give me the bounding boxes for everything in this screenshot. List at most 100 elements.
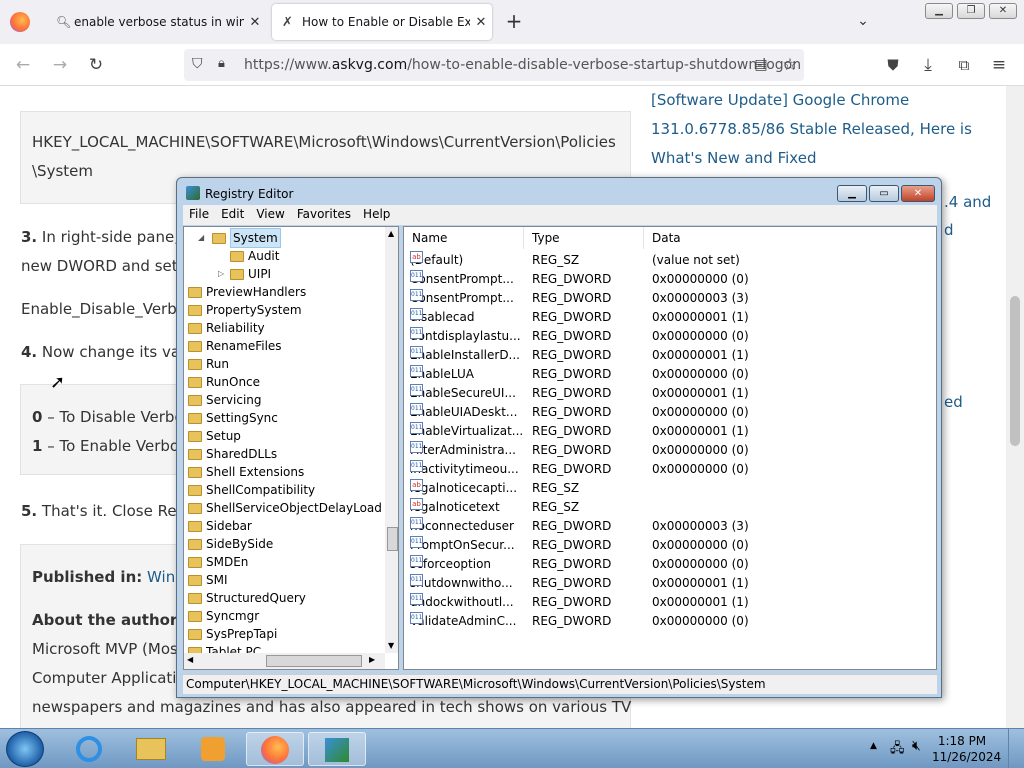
value-row[interactable]: 011 ConsentPrompt... REG_DWORD 0x00000003 (… [404, 289, 934, 308]
close-button[interactable]: ✕ [901, 185, 935, 202]
sidebar-link-fragment[interactable]: d [944, 216, 954, 245]
value-row[interactable]: 011 EnableSecureUI... REG_DWORD 0x00000001 … [404, 384, 934, 403]
reload-icon[interactable]: ↻ [85, 54, 107, 76]
url-bar[interactable]: ⛉ 🔒︎ https://www. askvg.com/how-to-enable… [184, 49, 804, 81]
sidebar-article-link-line-3[interactable]: What's New and Fixed [651, 144, 816, 173]
tree-item[interactable]: SMI [188, 571, 228, 589]
value-row[interactable]: 011 noconnecteduser REG_DWORD 0x00000003 (3… [404, 517, 934, 536]
menu-edit[interactable]: Edit [215, 205, 250, 223]
sidebar-link-fragment[interactable]: .4 and [944, 188, 991, 217]
value-row[interactable]: 011 ConsentPrompt... REG_DWORD 0x00000000 (… [404, 270, 934, 289]
start-button-icon[interactable] [6, 731, 44, 767]
reader-view-icon[interactable]: ▤ [750, 54, 772, 76]
scroll-right-arrow-icon[interactable]: ▶ [369, 655, 375, 664]
tree-item[interactable]: Reliability [188, 319, 265, 337]
pocket-icon[interactable]: ⛊ [882, 54, 904, 76]
lock-icon[interactable]: 🔒︎ [218, 56, 225, 71]
tab-askvg-article[interactable]: ✗ How to Enable or Disable Exter ✕ [272, 4, 492, 40]
scrollbar-thumb[interactable] [387, 527, 398, 551]
value-row[interactable]: ab legalnoticecapti... REG_SZ [404, 479, 934, 498]
column-header-name[interactable]: Name [404, 227, 524, 249]
maximize-button[interactable]: ▭ [869, 185, 899, 202]
sidebar-link-fragment[interactable]: ed [944, 388, 963, 417]
network-icon[interactable]: 🖧︎ [890, 739, 905, 761]
value-row[interactable]: ab legalnoticetext REG_SZ [404, 498, 934, 517]
page-scrollbar[interactable] [1006, 86, 1024, 728]
tree-item[interactable]: SMDEn [188, 553, 248, 571]
back-icon[interactable]: ← [12, 54, 34, 76]
scroll-down-arrow-icon[interactable]: ▼ [388, 641, 394, 650]
value-row[interactable]: 011 shutdownwitho... REG_DWORD 0x00000001 (… [404, 574, 934, 593]
show-desktop-button[interactable] [1008, 729, 1024, 768]
system-clock[interactable]: 1:18 PM 11/26/2024 [932, 733, 1001, 765]
tree-item[interactable]: RunOnce [188, 373, 260, 391]
volume-muted-icon[interactable]: 🔇︎ [912, 738, 921, 754]
value-row[interactable]: 011 undockwithoutl... REG_DWORD 0x00000001 … [404, 593, 934, 612]
taskbar-regedit-icon[interactable] [308, 732, 366, 766]
bookmark-star-icon[interactable]: ☆ [779, 54, 801, 76]
tree-item[interactable]: ◢ System [198, 228, 281, 248]
hamburger-menu-icon[interactable]: ≡ [988, 54, 1010, 76]
forward-icon[interactable]: → [49, 54, 71, 76]
value-row[interactable]: 011 ValidateAdminC... REG_DWORD 0x00000000 … [404, 612, 934, 631]
tree-item[interactable]: Sidebar [188, 517, 252, 535]
tree-item[interactable]: ▷ UIPI [218, 265, 271, 283]
tree-item[interactable]: SysPrepTapi [188, 625, 277, 643]
tab-search-results[interactable]: 🔍︎ enable verbose status in windo ✕ [46, 4, 266, 40]
tree-item[interactable]: PreviewHandlers [188, 283, 306, 301]
column-header-type[interactable]: Type [524, 227, 644, 249]
close-tab-icon[interactable]: ✕ [470, 15, 492, 30]
tree-item[interactable]: SharedDLLs [188, 445, 277, 463]
scroll-up-arrow-icon[interactable]: ▲ [388, 229, 394, 238]
taskbar-media-player-icon[interactable] [184, 732, 242, 766]
value-row[interactable]: 011 PromptOnSecur... REG_DWORD 0x00000000 (… [404, 536, 934, 555]
key-tree-pane[interactable]: ◢ System Audit ▷ UIPI PreviewHandlers Property… [183, 226, 399, 670]
tree-item[interactable]: PropertySystem [188, 301, 302, 319]
value-row[interactable]: 011 scforceoption REG_DWORD 0x00000000 (0) [404, 555, 934, 574]
tree-item[interactable]: ShellServiceObjectDelayLoad [188, 499, 382, 517]
tree-item[interactable]: Syncmgr [188, 607, 259, 625]
value-row[interactable]: 011 EnableInstallerD... REG_DWORD 0x0000000… [404, 346, 934, 365]
taskbar-firefox-icon[interactable] [246, 732, 304, 766]
minimize-button[interactable]: ▁ [925, 3, 953, 19]
value-row[interactable]: 011 EnableVirtualizat... REG_DWORD 0x000000… [404, 422, 934, 441]
scrollbar-thumb[interactable] [1010, 296, 1020, 446]
menu-favorites[interactable]: Favorites [291, 205, 357, 223]
new-tab-button[interactable]: + [503, 10, 525, 32]
extensions-icon[interactable]: ⧉ [953, 54, 975, 76]
tree-item[interactable]: SettingSync [188, 409, 278, 427]
tree-item[interactable]: Servicing [188, 391, 262, 409]
tree-item[interactable]: Shell Extensions [188, 463, 304, 481]
value-row[interactable]: 011 FilterAdministra... REG_DWORD 0x0000000… [404, 441, 934, 460]
tree-item[interactable]: SideBySide [188, 535, 273, 553]
registry-editor-window[interactable]: Registry Editor ▁ ▭ ✕ File Edit View Favori… [176, 177, 942, 698]
value-row[interactable]: 011 disablecad REG_DWORD 0x00000001 (1) [404, 308, 934, 327]
sidebar-article-link[interactable]: [Software Update] Google Chrome [651, 86, 909, 115]
tree-item[interactable]: ShellCompatibility [188, 481, 315, 499]
tree-vertical-scrollbar[interactable]: ▲ ▼ [385, 227, 398, 653]
close-tab-icon[interactable]: ✕ [244, 15, 266, 30]
taskbar-explorer-icon[interactable] [122, 732, 180, 766]
column-header-data[interactable]: Data [644, 227, 934, 249]
list-all-tabs-icon[interactable]: ⌄ [852, 10, 874, 32]
taskbar-internet-explorer-icon[interactable] [60, 732, 118, 766]
scrollbar-thumb[interactable] [266, 655, 362, 667]
sidebar-article-link-line-2[interactable]: 131.0.6778.85/86 Stable Released, Here i… [651, 115, 972, 144]
values-list-pane[interactable]: Name Type Data ab (Default) REG_SZ (value n… [403, 226, 937, 670]
value-row[interactable]: 011 EnableUIADeskt... REG_DWORD 0x00000000 … [404, 403, 934, 422]
show-hidden-icons-icon[interactable]: ▲ [870, 741, 877, 751]
value-row[interactable]: 011 dontdisplaylastu... REG_DWORD 0x0000000… [404, 327, 934, 346]
scroll-left-arrow-icon[interactable]: ◀ [187, 655, 193, 664]
menu-help[interactable]: Help [357, 205, 396, 223]
tree-item[interactable]: Audit [230, 247, 279, 265]
firefox-menu-icon[interactable] [10, 12, 30, 32]
collapse-arrow-icon[interactable]: ◢ [198, 229, 204, 247]
minimize-button[interactable]: ▁ [837, 185, 867, 202]
close-window-button[interactable]: ✕ [989, 3, 1017, 19]
value-row[interactable]: ab (Default) REG_SZ (value not set) [404, 251, 934, 270]
tree-item[interactable]: Setup [188, 427, 241, 445]
menu-view[interactable]: View [250, 205, 290, 223]
tree-item[interactable]: RenameFiles [188, 337, 282, 355]
shield-icon[interactable]: ⛉ [192, 56, 203, 72]
value-row[interactable]: 011 inactivitytimeou... REG_DWORD 0x0000000… [404, 460, 934, 479]
